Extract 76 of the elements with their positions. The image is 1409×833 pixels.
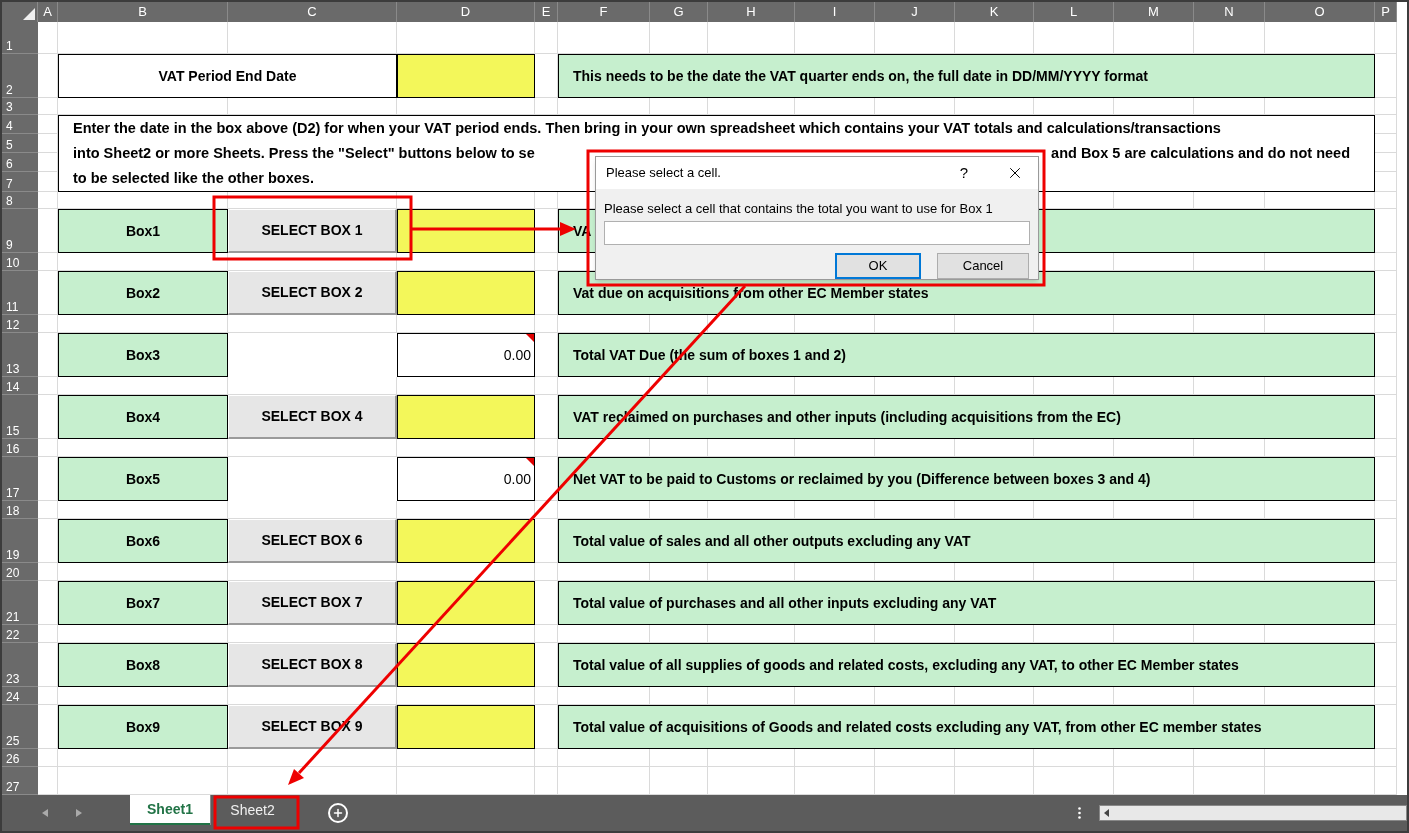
select-box-button[interactable]: SELECT BOX 7 — [228, 581, 397, 625]
row-header[interactable]: 7 — [2, 172, 38, 192]
select-box-button[interactable]: SELECT BOX 4 — [228, 395, 397, 439]
column-header[interactable]: K — [955, 2, 1034, 22]
row-header[interactable]: 5 — [2, 134, 38, 153]
row-header[interactable]: 1 — [2, 22, 38, 54]
column-header[interactable]: A — [38, 2, 58, 22]
select-box-button[interactable]: SELECT BOX 1 — [228, 209, 397, 253]
column-header[interactable]: M — [1114, 2, 1194, 22]
select-box-button[interactable]: SELECT BOX 2 — [228, 271, 397, 315]
row-header[interactable]: 4 — [2, 115, 38, 134]
row-header[interactable]: 8 — [2, 192, 38, 209]
row-header[interactable]: 20 — [2, 563, 38, 581]
box-label-cell: Box9 — [58, 705, 228, 749]
column-header[interactable]: H — [708, 2, 795, 22]
value-cell: 0.00 — [397, 333, 535, 377]
row-header[interactable]: 18 — [2, 501, 38, 519]
row-header[interactable]: 23 — [2, 643, 38, 687]
instructions-text: into Sheet2 or more Sheets. Press the "Select" buttons below to se — [73, 144, 535, 163]
column-header[interactable]: I — [795, 2, 875, 22]
dialog-title: Please select a cell. — [606, 164, 721, 183]
column-header[interactable]: N — [1194, 2, 1265, 22]
row-header[interactable]: 27 — [2, 767, 38, 795]
row-header[interactable]: 17 — [2, 457, 38, 501]
value-cell: 0.00 — [397, 457, 535, 501]
column-header[interactable]: L — [1034, 2, 1114, 22]
column-header[interactable]: P — [1375, 2, 1397, 22]
row-header[interactable]: 21 — [2, 581, 38, 625]
row-header[interactable]: 13 — [2, 333, 38, 377]
box-label-cell: Box7 — [58, 581, 228, 625]
row-header[interactable]: 10 — [2, 253, 38, 271]
row-header[interactable]: 24 — [2, 687, 38, 705]
sheet-tab[interactable]: Sheet1 — [130, 795, 210, 825]
column-header[interactable]: O — [1265, 2, 1375, 22]
help-button[interactable]: ? — [959, 161, 968, 185]
box-label-cell: Box1 — [58, 209, 228, 253]
instructions-text: Enter the date in the box above (D2) for when your VAT period ends. Then bring in your own spreadsheet which contains your VAT totals and calculations/transactions — [73, 119, 1221, 138]
row-header[interactable]: 11 — [2, 271, 38, 315]
period-note-cell: This needs to be the date the VAT quarter ends on, the full date in DD/MM/YYYY format — [558, 54, 1375, 98]
row-header[interactable]: 12 — [2, 315, 38, 333]
row-header[interactable]: 14 — [2, 377, 38, 395]
row-header[interactable]: 3 — [2, 98, 38, 115]
instructions-text: to be selected like the other boxes. — [73, 169, 314, 188]
box-description-cell: Total value of acquisitions of Goods and related costs excluding any VAT, from other EC member states — [558, 705, 1375, 749]
column-header[interactable]: E — [535, 2, 558, 22]
instructions-text: and Box 5 are calculations and do not need — [1051, 144, 1350, 163]
row-header[interactable]: 19 — [2, 519, 38, 563]
row-header[interactable]: 6 — [2, 153, 38, 172]
box-description-cell: Total value of purchases and all other inputs excluding any VAT — [558, 581, 1375, 625]
box-label-cell: Box2 — [58, 271, 228, 315]
dialog-button[interactable]: OK — [835, 252, 921, 279]
column-header[interactable]: F — [558, 2, 650, 22]
select-box-button[interactable]: SELECT BOX 8 — [228, 643, 397, 687]
box-label-cell: Box8 — [58, 643, 228, 687]
row-header[interactable]: 2 — [2, 54, 38, 98]
row-header[interactable]: 9 — [2, 209, 38, 253]
period-label-cell: VAT Period End Date — [58, 54, 397, 98]
column-header[interactable]: G — [650, 2, 708, 22]
row-header[interactable]: 25 — [2, 705, 38, 749]
row-header[interactable]: 16 — [2, 439, 38, 457]
box-description-cell: Total value of all supplies of goods and related costs, excluding any VAT, to other EC Member states — [558, 643, 1375, 687]
row-header[interactable]: 22 — [2, 625, 38, 643]
row-header[interactable]: 15 — [2, 395, 38, 439]
box-label-cell: Box6 — [58, 519, 228, 563]
box-description-cell: Total value of sales and all other outputs excluding any VAT — [558, 519, 1375, 563]
dialog-button[interactable]: Cancel — [937, 252, 1029, 279]
select-box-button[interactable]: SELECT BOX 6 — [228, 519, 397, 563]
box-description-cell: Net VAT to be paid to Customs or reclaimed by you (Difference between boxes 3 and 4) — [558, 457, 1375, 501]
row-header[interactable]: 26 — [2, 749, 38, 767]
column-header[interactable]: C — [228, 2, 397, 22]
box-label-cell: Box3 — [58, 333, 228, 377]
column-header[interactable]: B — [58, 2, 228, 22]
column-header[interactable]: J — [875, 2, 955, 22]
column-header[interactable]: D — [397, 2, 535, 22]
box-label-cell: Box5 — [58, 457, 228, 501]
box-label-cell: Box4 — [58, 395, 228, 439]
